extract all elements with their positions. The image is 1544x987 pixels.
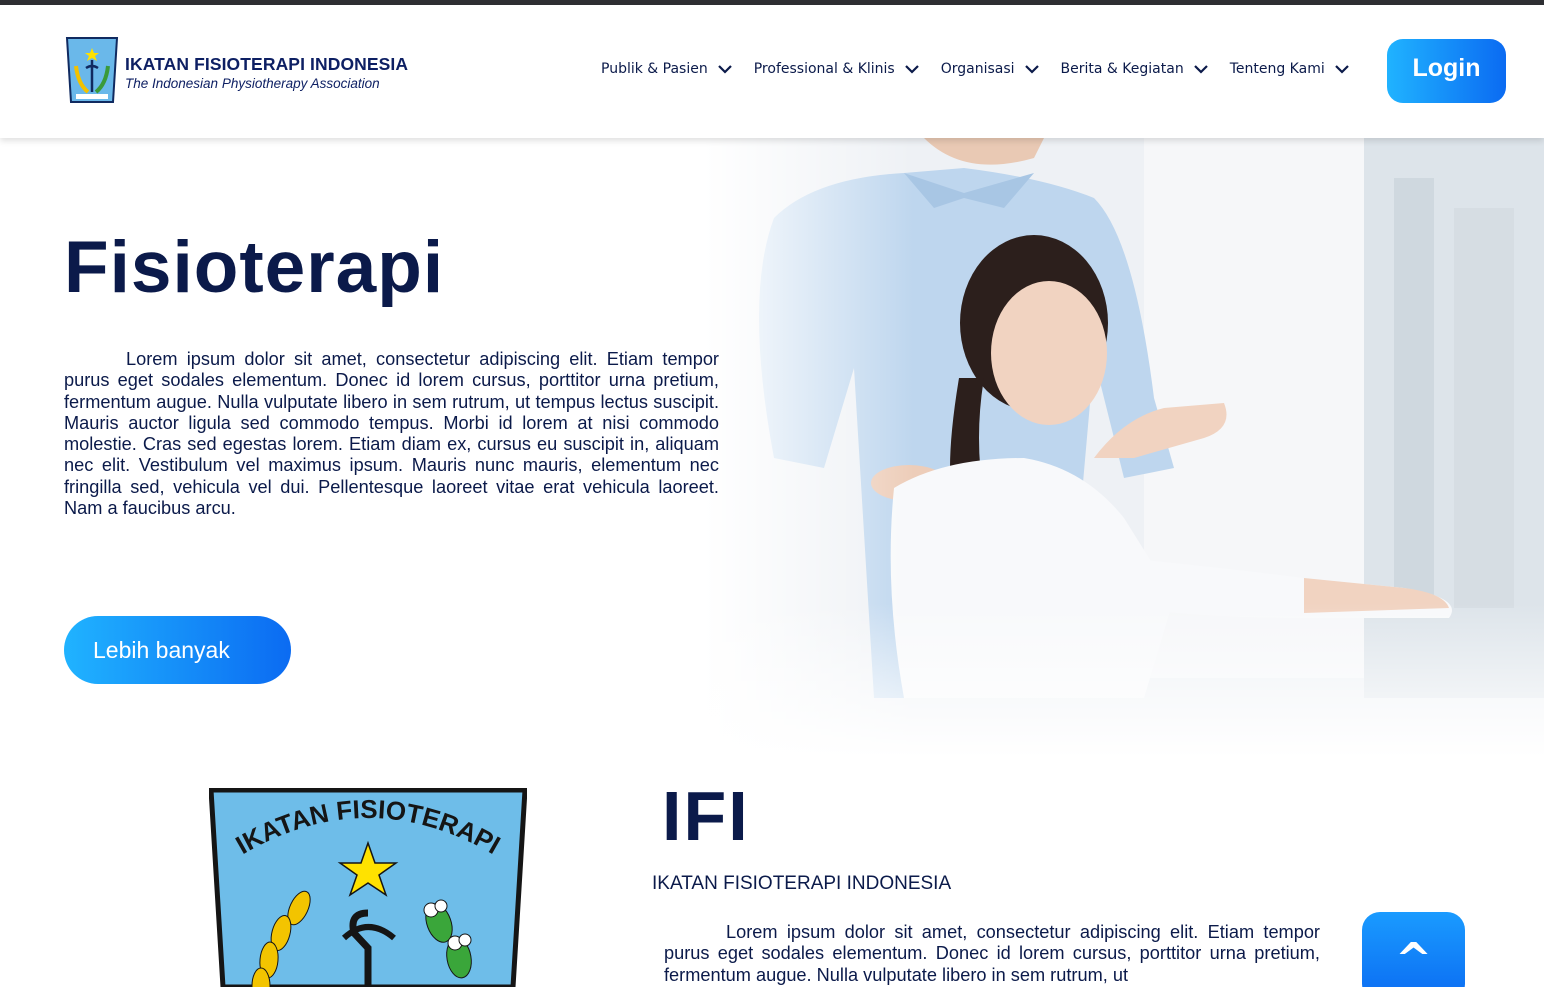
brand-subtitle: The Indonesian Physiotherapy Association: [125, 75, 380, 91]
brand-logo-link[interactable]: IKATAN FISIOTERAPI INDONESIA The Indones…: [64, 36, 408, 108]
nav-label: Organisasi: [940, 61, 1015, 77]
nav-organisasi[interactable]: Organisasi: [941, 61, 1039, 77]
nav-label: Berita & Kegiatan: [1060, 61, 1184, 77]
login-button[interactable]: Login: [1387, 39, 1506, 103]
nav-label: Tenteng Kami: [1229, 61, 1325, 77]
caret-up-icon: ^: [1395, 934, 1432, 985]
hero-physiotherapy-image: [704, 138, 1544, 758]
section-description: Lorem ipsum dolor sit amet, consectetur …: [664, 922, 1320, 985]
chevron-down-icon: [904, 65, 919, 74]
nav-publik-pasien[interactable]: Publik & Pasien: [601, 61, 732, 77]
chevron-down-icon: [717, 65, 732, 74]
chevron-down-icon: [1024, 65, 1039, 74]
chevron-down-icon: [1193, 65, 1208, 74]
nav-professional-klinis[interactable]: Professional & Klinis: [754, 61, 919, 77]
nav-label: Professional & Klinis: [753, 61, 895, 77]
hero-title: Fisioterapi: [64, 227, 445, 308]
ifi-emblem: IKATAN FISIOTERAPI: [208, 787, 528, 987]
section-subtitle: IKATAN FISIOTERAPI INDONESIA: [652, 873, 952, 894]
nav-tenteng-kami[interactable]: Tenteng Kami: [1230, 61, 1349, 77]
lebih-banyak-button[interactable]: Lebih banyak: [64, 616, 291, 684]
section-title: IFI: [662, 777, 750, 855]
site-header: IKATAN FISIOTERAPI INDONESIA The Indones…: [0, 5, 1544, 138]
brand-title: IKATAN FISIOTERAPI INDONESIA: [125, 53, 409, 74]
chevron-down-icon: [1334, 65, 1349, 74]
hero-description: Lorem ipsum dolor sit amet, consectetur …: [64, 349, 719, 519]
scroll-to-top-button[interactable]: ^: [1362, 912, 1465, 987]
nav-label: Publik & Pasien: [601, 61, 708, 77]
ifi-logo-icon: [65, 37, 119, 103]
nav-berita-kegiatan[interactable]: Berita & Kegiatan: [1061, 61, 1208, 77]
main-nav: Publik & Pasien Professional & Klinis Or…: [601, 61, 1371, 77]
